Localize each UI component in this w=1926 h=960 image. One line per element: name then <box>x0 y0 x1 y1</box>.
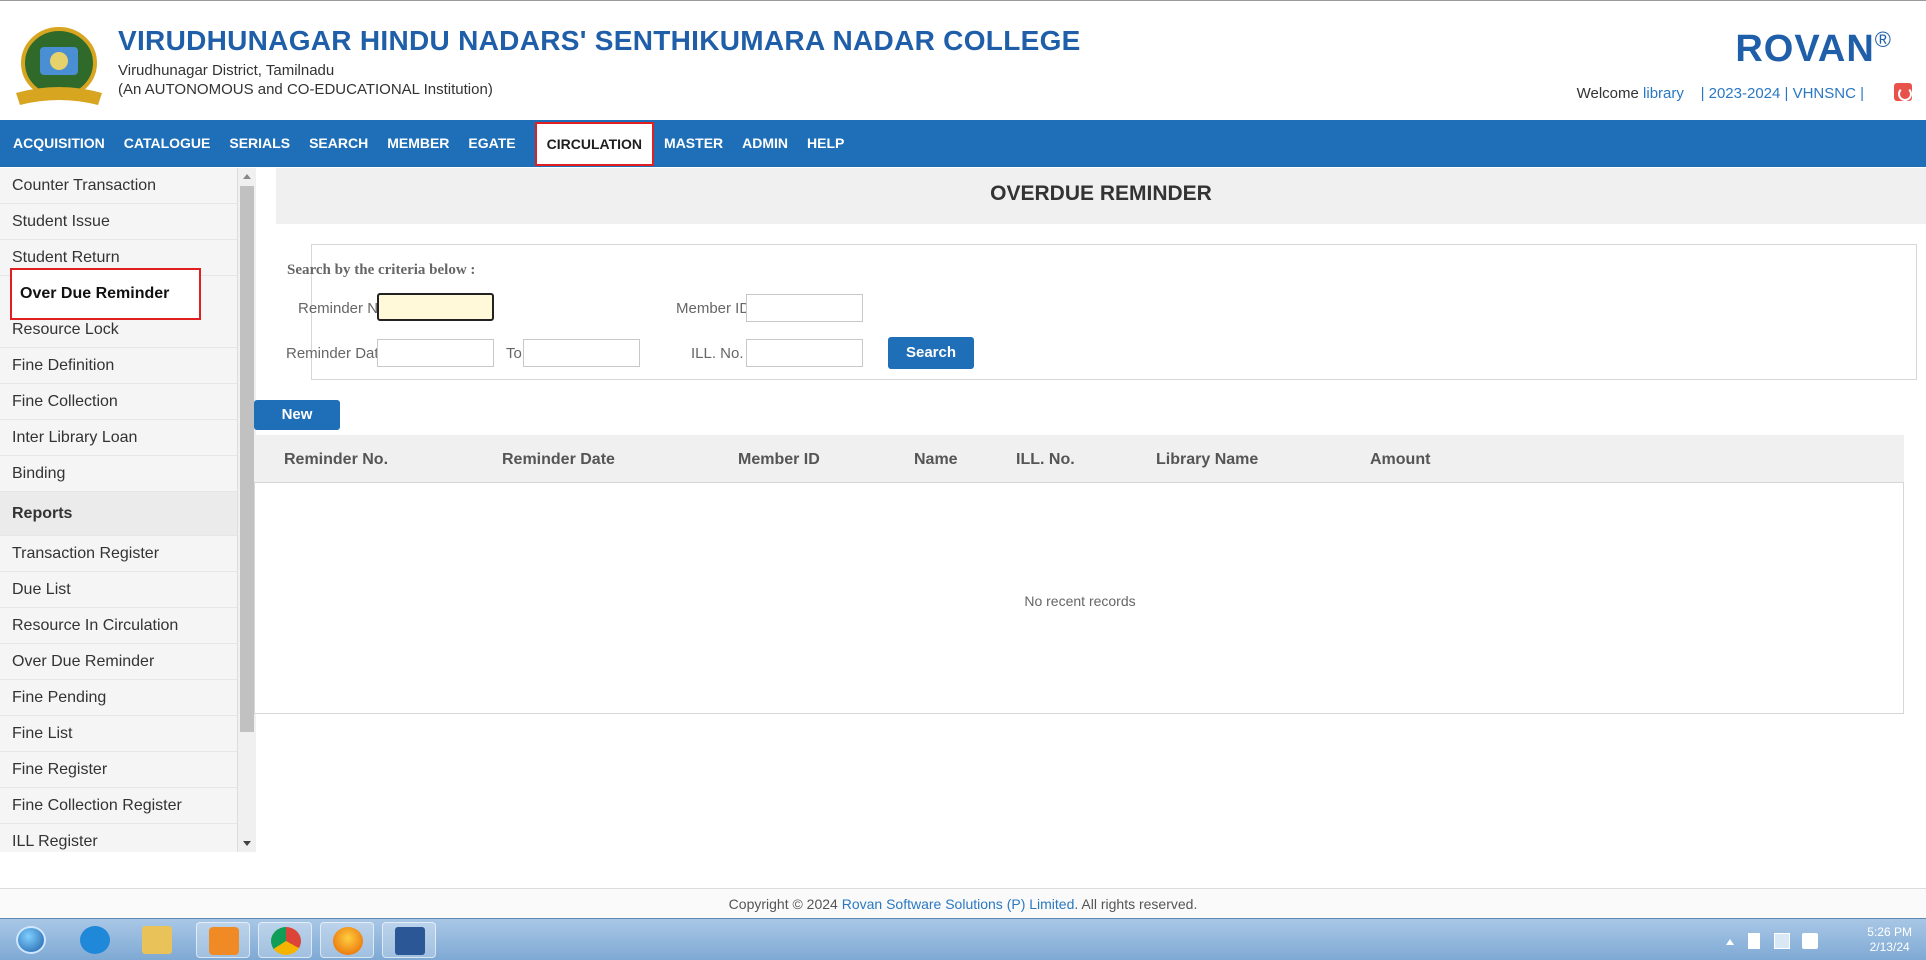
system-tray: 5:26 PM 2/13/24 <box>1722 923 1912 957</box>
sidebar-item-fine-list[interactable]: Fine List <box>0 716 237 752</box>
college-name: VIRUDHUNAGAR HINDU NADARS' SENTHIKUMARA … <box>118 25 1081 56</box>
windows-taskbar: 5:26 PM 2/13/24 <box>0 918 1926 960</box>
sidebar-item-resource-in-circulation[interactable]: Resource In Circulation <box>0 608 237 644</box>
sidebar-item-over-due-reminder-report[interactable]: Over Due Reminder <box>0 644 237 680</box>
college-logo <box>16 27 102 105</box>
copyright-prefix: Copyright © 2024 <box>728 896 842 912</box>
sidebar-item-fine-definition[interactable]: Fine Definition <box>0 348 237 384</box>
welcome-label: Welcome <box>1576 85 1639 102</box>
header: VIRUDHUNAGAR HINDU NADARS' SENTHIKUMARA … <box>0 0 1926 115</box>
clock-date: 2/13/24 <box>1869 940 1910 954</box>
action-center-flag-icon[interactable] <box>1748 933 1760 949</box>
show-hidden-icons-icon[interactable] <box>1726 939 1734 945</box>
sidebar-item-due-list[interactable]: Due List <box>0 572 237 608</box>
col-member-id[interactable]: Member ID <box>738 451 820 469</box>
col-amount[interactable]: Amount <box>1370 451 1430 469</box>
sidebar-item-student-issue[interactable]: Student Issue <box>0 204 237 240</box>
welcome-bar: Welcome library | 2023-2024 | VHNSNC | <box>1577 85 1864 102</box>
firefox-icon[interactable] <box>320 922 374 958</box>
sidebar-item-ill-register[interactable]: ILL Register <box>0 824 237 852</box>
reminder-date-to-input[interactable] <box>523 339 640 367</box>
scroll-down-arrow-icon[interactable] <box>243 841 251 846</box>
file-explorer-icon[interactable] <box>130 922 184 958</box>
nav-acquisition[interactable]: ACQUISITION <box>13 120 105 167</box>
nav-admin[interactable]: ADMIN <box>742 120 788 167</box>
to-label: To <box>506 345 522 362</box>
sidebar: Counter Transaction Student Issue Studen… <box>0 168 237 852</box>
rovan-brand-logo: ROVAN® <box>1735 27 1892 70</box>
college-district: Virudhunagar District, Tamilnadu <box>118 62 335 79</box>
col-reminder-no[interactable]: Reminder No. <box>284 451 388 469</box>
college-status: (An AUTONOMOUS and CO-EDUCATIONAL Instit… <box>118 81 493 98</box>
member-id-input[interactable] <box>746 294 863 322</box>
sidebar-item-fine-collection-register[interactable]: Fine Collection Register <box>0 788 237 824</box>
scrollbar-thumb[interactable] <box>240 186 254 732</box>
volume-icon[interactable] <box>1802 933 1818 949</box>
sidebar-item-fine-register[interactable]: Fine Register <box>0 752 237 788</box>
col-reminder-date[interactable]: Reminder Date <box>502 451 615 469</box>
nav-catalogue[interactable]: CATALOGUE <box>124 120 211 167</box>
sidebar-item-fine-pending[interactable]: Fine Pending <box>0 680 237 716</box>
criteria-title: Search by the criteria below : <box>287 262 476 278</box>
chrome-icon[interactable] <box>258 922 312 958</box>
clock[interactable]: 5:26 PM 2/13/24 <box>1867 925 1912 955</box>
username-link[interactable]: library <box>1643 85 1684 102</box>
sidebar-item-binding[interactable]: Binding <box>0 456 237 492</box>
nav-help[interactable]: HELP <box>807 120 844 167</box>
col-name[interactable]: Name <box>914 451 958 469</box>
ill-no-input[interactable] <box>746 339 863 367</box>
table-header: Reminder No. Reminder Date Member ID Nam… <box>254 435 1904 485</box>
sidebar-section-reports[interactable]: Reports <box>0 492 237 536</box>
copyright-suffix: . All rights reserved. <box>1074 896 1198 912</box>
nav-circulation[interactable]: CIRCULATION <box>534 121 655 166</box>
col-library-name[interactable]: Library Name <box>1156 451 1258 469</box>
page-title: OVERDUE REMINDER <box>990 182 1212 205</box>
content-panel: Search by the criteria below : Reminder … <box>254 224 1926 852</box>
reminder-date-label: Reminder Date <box>286 345 387 362</box>
main-nav: ACQUISITION CATALOGUE SERIALS SEARCH MEM… <box>0 120 1926 167</box>
ill-no-label: ILL. No. <box>691 345 744 362</box>
nav-master[interactable]: MASTER <box>664 120 723 167</box>
nav-serials[interactable]: SERIALS <box>229 120 290 167</box>
sidebar-item-counter-transaction[interactable]: Counter Transaction <box>0 168 237 204</box>
logout-power-icon[interactable] <box>1894 83 1912 101</box>
start-orb-icon[interactable] <box>4 922 58 958</box>
table-body: No recent records <box>254 482 1904 714</box>
member-id-label: Member ID. <box>676 300 755 317</box>
sidebar-item-transaction-register[interactable]: Transaction Register <box>0 536 237 572</box>
scroll-up-arrow-icon[interactable] <box>243 174 251 179</box>
nav-egate[interactable]: EGATE <box>468 120 515 167</box>
new-button[interactable]: New <box>254 400 340 430</box>
reminder-no-input[interactable] <box>377 293 494 321</box>
footer: Copyright © 2024 Rovan Software Solution… <box>0 888 1926 918</box>
empty-state-text: No recent records <box>1024 593 1136 609</box>
reminder-date-from-input[interactable] <box>377 339 494 367</box>
nav-search[interactable]: SEARCH <box>309 120 368 167</box>
word-icon[interactable] <box>382 922 436 958</box>
sidebar-item-over-due-reminder[interactable]: Over Due Reminder <box>10 268 201 320</box>
search-button[interactable]: Search <box>888 337 974 369</box>
sidebar-item-fine-collection[interactable]: Fine Collection <box>0 384 237 420</box>
app-window: VIRUDHUNAGAR HINDU NADARS' SENTHIKUMARA … <box>0 0 1926 960</box>
nav-member[interactable]: MEMBER <box>387 120 449 167</box>
network-icon[interactable] <box>1774 933 1790 949</box>
media-player-icon[interactable] <box>196 922 250 958</box>
ie-icon[interactable] <box>68 922 122 958</box>
clock-time: 5:26 PM <box>1867 925 1912 939</box>
academic-year: | 2023-2024 | VHNSNC | <box>1700 85 1864 102</box>
main-content: OVERDUE REMINDER Search by the criteria … <box>254 168 1926 852</box>
sidebar-item-inter-library-loan[interactable]: Inter Library Loan <box>0 420 237 456</box>
company-link[interactable]: Rovan Software Solutions (P) Limited <box>842 896 1075 912</box>
col-ill-no[interactable]: ILL. No. <box>1016 451 1075 469</box>
